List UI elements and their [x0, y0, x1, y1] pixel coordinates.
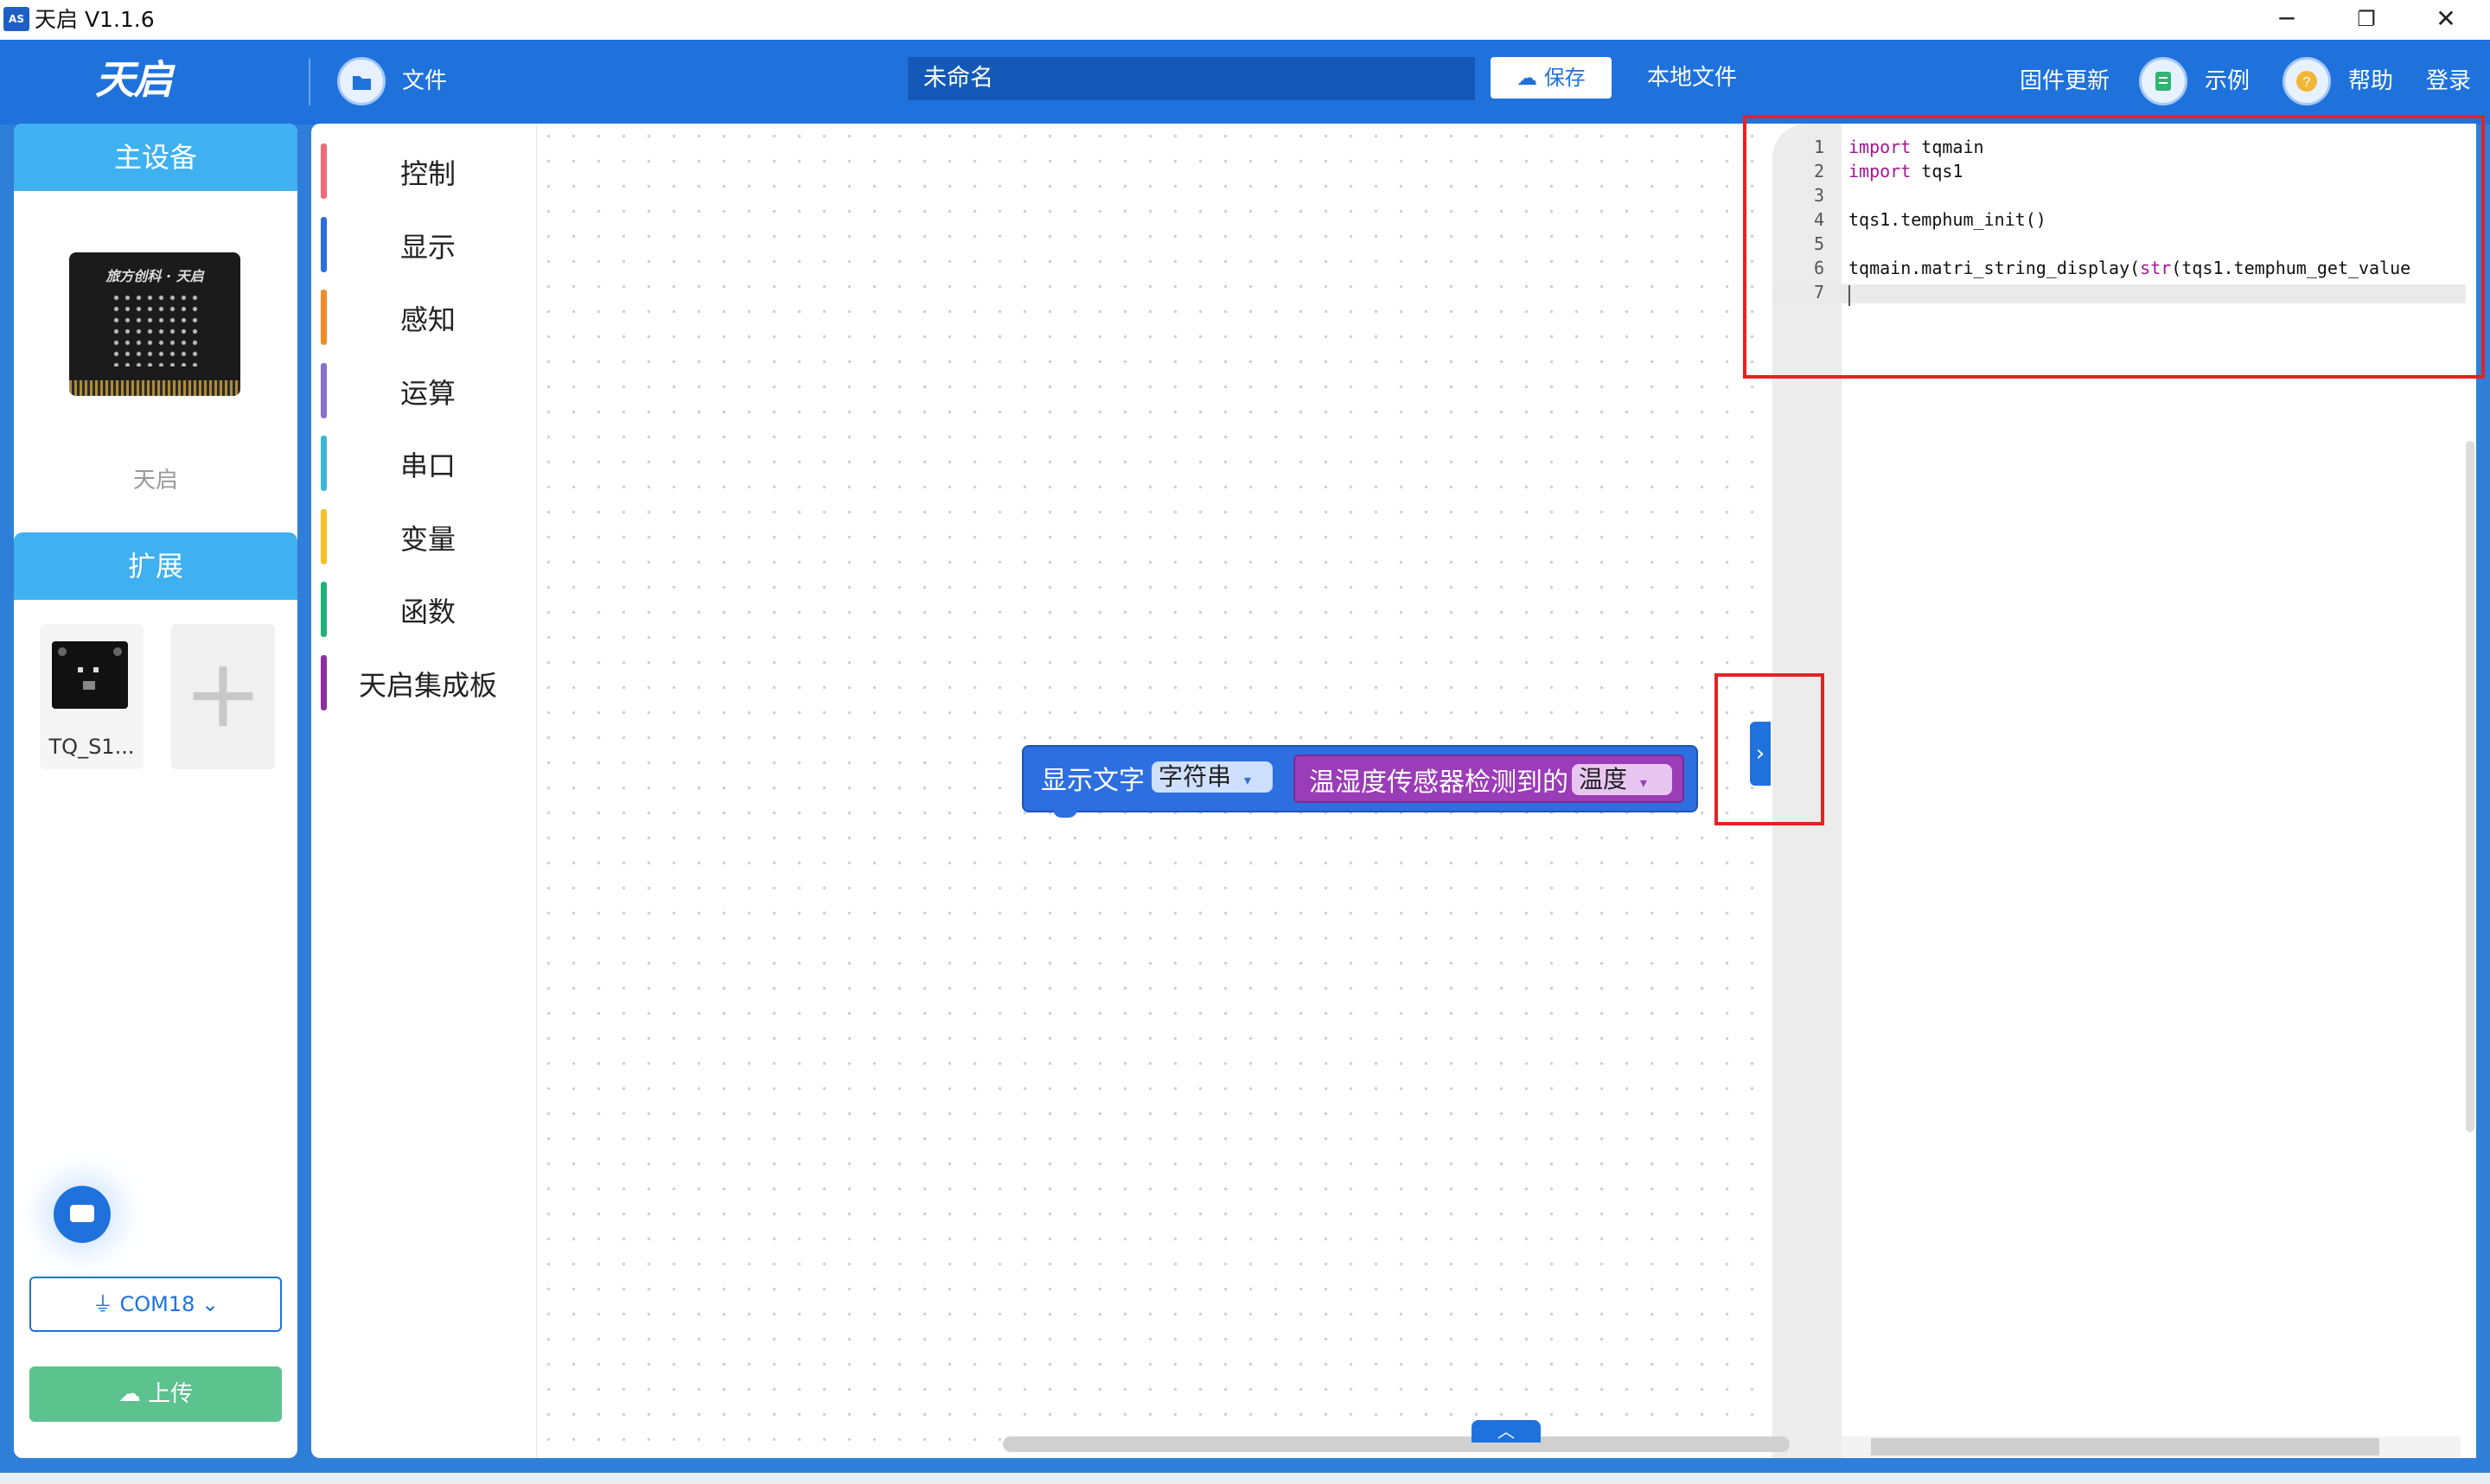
- save-button[interactable]: ☁ 保存: [1491, 57, 1612, 99]
- add-extension-button[interactable]: +: [171, 624, 275, 769]
- chevron-up-icon[interactable]: ︿: [1472, 1420, 1541, 1443]
- chevron-down-icon: ⌄: [201, 1292, 220, 1316]
- dropdown-arrow-icon: ▾: [1639, 774, 1647, 791]
- window-title: 天启 V1.1.6: [35, 7, 155, 32]
- category-label: 显示: [399, 230, 456, 264]
- extension-board-image: [52, 641, 128, 709]
- upload-label: 上传: [148, 1381, 194, 1407]
- app-logo: 天启: [95, 56, 173, 103]
- category-item[interactable]: 感知: [311, 279, 536, 345]
- toggle-highlight-box: [1714, 673, 1824, 825]
- filename-input[interactable]: 未命名: [908, 57, 1475, 100]
- port-value: COM18: [119, 1292, 195, 1316]
- sensor-value-label: 温湿度传感器检测到的: [1309, 767, 1568, 798]
- file-menu[interactable]: 文件: [402, 64, 447, 99]
- login-button[interactable]: 登录: [2426, 64, 2471, 99]
- save-label: 保存: [1543, 66, 1586, 90]
- code-scroll-thumb[interactable]: [1871, 1438, 2379, 1455]
- briefcase-icon: [70, 1205, 94, 1222]
- type-dropdown[interactable]: 字符串 ▾: [1152, 761, 1273, 793]
- category-label: 函数: [399, 596, 456, 628]
- app-icon: AS: [3, 7, 29, 31]
- svg-text:?: ?: [2303, 75, 2311, 90]
- help-icon[interactable]: ?: [2282, 57, 2331, 105]
- minimize-button[interactable]: ─: [2248, 0, 2326, 40]
- category-item[interactable]: 控制: [311, 133, 536, 199]
- folder-icon[interactable]: [337, 57, 386, 105]
- code-highlight-box: [1743, 115, 2485, 379]
- board-brand: 旅方创科 · 天启: [105, 268, 204, 284]
- type-dropdown-value: 字符串: [1159, 762, 1232, 791]
- upload-button[interactable]: ☁ 上传: [29, 1366, 282, 1422]
- main-device-name: 天启: [132, 468, 178, 494]
- window-footer: [0, 1473, 2490, 1484]
- dropdown-arrow-icon: ▾: [1243, 772, 1251, 788]
- category-item[interactable]: 函数: [311, 571, 536, 637]
- category-item[interactable]: 变量: [311, 499, 536, 564]
- cloud-upload-icon: ☁: [118, 1381, 141, 1407]
- category-label: 运算: [399, 376, 456, 410]
- block-label: 显示文字: [1041, 766, 1145, 796]
- category-item[interactable]: 天启集成板: [311, 645, 536, 710]
- workspace-divider: [536, 124, 537, 1458]
- extension-name: TQ_S1...: [48, 735, 135, 759]
- category-label: 控制: [399, 157, 456, 190]
- close-button[interactable]: ✕: [2407, 0, 2485, 40]
- extension-heading: 扩展: [14, 532, 297, 600]
- category-item[interactable]: 串口: [311, 425, 536, 491]
- category-label: 串口: [399, 449, 456, 482]
- block-connector: [1053, 806, 1077, 818]
- toolbox-button[interactable]: [54, 1186, 111, 1243]
- examples-button[interactable]: 示例: [2205, 64, 2250, 99]
- edge-connector: [69, 380, 240, 396]
- header-divider: [309, 59, 310, 105]
- led-matrix: [111, 292, 201, 366]
- help-button[interactable]: 帮助: [2348, 64, 2393, 99]
- firmware-update-button[interactable]: 固件更新: [2020, 64, 2110, 99]
- category-item[interactable]: 显示: [311, 207, 536, 272]
- main-device-image[interactable]: 旅方创科 · 天启: [69, 252, 240, 396]
- category-label: 天启集成板: [358, 668, 497, 702]
- local-file-button[interactable]: 本地文件: [1647, 61, 1737, 95]
- measure-dropdown-value: 温度: [1579, 765, 1628, 793]
- main-device-heading: 主设备: [14, 124, 297, 191]
- plug-icon: ⏚: [92, 1292, 113, 1316]
- category-label: 变量: [399, 522, 456, 556]
- cloud-upload-icon: ☁: [1516, 66, 1538, 90]
- port-select[interactable]: ⏚ COM18 ⌄: [29, 1277, 282, 1332]
- code-vertical-scrollbar[interactable]: [2466, 441, 2474, 1132]
- maximize-button[interactable]: ❐: [2327, 0, 2405, 40]
- workspace-horizontal-scrollbar[interactable]: [1003, 1436, 1790, 1452]
- category-item[interactable]: 运算: [311, 353, 536, 418]
- measure-dropdown[interactable]: 温度 ▾: [1572, 764, 1672, 795]
- examples-icon[interactable]: [2139, 57, 2187, 105]
- window-titlebar: [0, 0, 2490, 40]
- category-label: 感知: [399, 303, 456, 336]
